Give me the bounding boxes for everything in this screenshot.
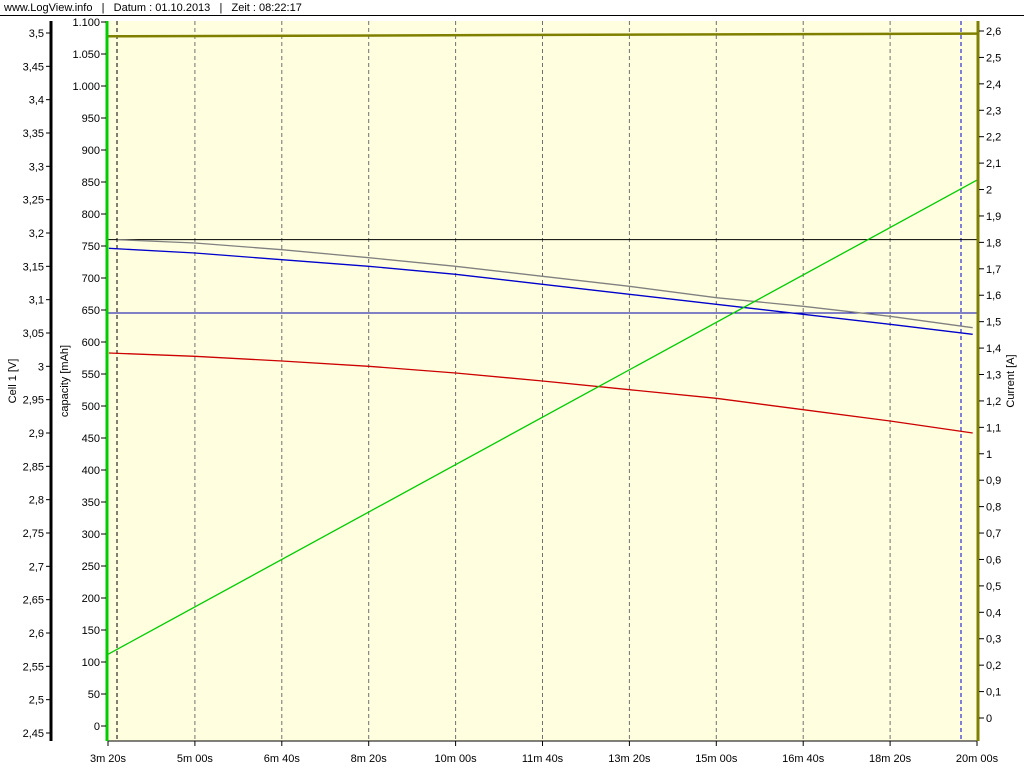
- voltage-tick-label: 3,25: [23, 195, 44, 207]
- current-tick-label: 0,9: [986, 475, 1001, 487]
- current-tick-label: 1,2: [986, 396, 1001, 408]
- current-tick-label: 2,2: [986, 132, 1001, 144]
- current-tick-label: 0,1: [986, 687, 1001, 699]
- voltage-tick-label: 2,6: [29, 628, 44, 640]
- current-tick-label: 1,3: [986, 370, 1001, 382]
- voltage-tick-label: 3,4: [29, 95, 44, 107]
- capacity-tick-label: 650: [82, 305, 100, 317]
- capacity-tick-label: 0: [94, 721, 100, 733]
- capacity-tick-label: 750: [82, 241, 100, 253]
- capacity-tick-label: 450: [82, 433, 100, 445]
- capacity-axis-title: capacity [mAh]: [59, 345, 71, 417]
- chart-root: www.LogView.info | Datum : 01.10.2013 | …: [0, 0, 1024, 768]
- x-tick-label: 15m 00s: [695, 753, 738, 765]
- capacity-tick-label: 950: [82, 113, 100, 125]
- voltage-tick-label: 3,45: [23, 61, 44, 73]
- capacity-tick-label: 900: [82, 145, 100, 157]
- x-tick-label: 16m 40s: [782, 753, 825, 765]
- current-tick-label: 0,8: [986, 502, 1001, 514]
- voltage-tick-label: 3,15: [23, 261, 44, 273]
- voltage-tick-label: 3,1: [29, 295, 44, 307]
- current-tick-label: 2,4: [986, 79, 1001, 91]
- capacity-tick-label: 200: [82, 593, 100, 605]
- capacity-tick-label: 800: [82, 209, 100, 221]
- x-tick-label: 13m 20s: [608, 753, 651, 765]
- current-tick-label: 0,4: [986, 607, 1001, 619]
- current-tick-label: 2: [986, 185, 992, 197]
- x-tick-label: 20m 00s: [956, 753, 999, 765]
- voltage-tick-label: 2,65: [23, 595, 44, 607]
- capacity-tick-label: 350: [82, 497, 100, 509]
- voltage-tick-label: 3,3: [29, 161, 44, 173]
- capacity-tick-label: 550: [82, 369, 100, 381]
- voltage-axis-title: Cell 1 [V]: [7, 359, 19, 404]
- current-tick-label: 1,6: [986, 290, 1001, 302]
- capacity-tick-label: 400: [82, 465, 100, 477]
- capacity-tick-label: 150: [82, 625, 100, 637]
- voltage-tick-label: 2,95: [23, 395, 44, 407]
- capacity-tick-label: 700: [82, 273, 100, 285]
- x-tick-label: 3m 20s: [90, 753, 127, 765]
- current-tick-label: 2,1: [986, 158, 1001, 170]
- current-tick-label: 0,7: [986, 528, 1001, 540]
- x-tick-label: 10m 00s: [434, 753, 477, 765]
- voltage-tick-label: 2,45: [23, 728, 44, 740]
- current-tick-label: 1,1: [986, 422, 1001, 434]
- capacity-tick-label: 600: [82, 337, 100, 349]
- capacity-tick-label: 1.050: [72, 49, 100, 61]
- x-tick-label: 11m 40s: [522, 753, 564, 765]
- voltage-tick-label: 2,8: [29, 495, 44, 507]
- voltage-tick-label: 2,75: [23, 528, 44, 540]
- current-tick-label: 0,2: [986, 660, 1001, 672]
- x-tick-label: 5m 00s: [177, 753, 214, 765]
- current-tick-label: 2,3: [986, 105, 1001, 117]
- voltage-tick-label: 3: [38, 361, 44, 373]
- voltage-tick-label: 3,35: [23, 128, 44, 140]
- capacity-tick-label: 500: [82, 401, 100, 413]
- x-tick-label: 8m 20s: [351, 753, 388, 765]
- current-tick-label: 0,6: [986, 554, 1001, 566]
- x-tick-label: 18m 20s: [869, 753, 912, 765]
- current-tick-label: 1: [986, 449, 992, 461]
- current-tick-label: 2,6: [986, 26, 1001, 38]
- current-tick-label: 0,3: [986, 634, 1001, 646]
- current-tick-label: 0,5: [986, 581, 1001, 593]
- current-tick-label: 1,8: [986, 237, 1001, 249]
- capacity-tick-label: 1.100: [72, 17, 100, 29]
- voltage-tick-label: 2,55: [23, 661, 44, 673]
- current-tick-label: 1,7: [986, 264, 1001, 276]
- voltage-tick-label: 3,2: [29, 228, 44, 240]
- voltage-tick-label: 2,7: [29, 561, 44, 573]
- capacity-tick-label: 250: [82, 561, 100, 573]
- current-tick-label: 1,4: [986, 343, 1001, 355]
- voltage-tick-label: 3,5: [29, 28, 44, 40]
- capacity-tick-label: 100: [82, 657, 100, 669]
- x-tick-label: 6m 40s: [264, 753, 301, 765]
- chart-svg: 3m 20s 5m 00s 6m 40s 8m 20s 10m 00s 11m 40s 13…: [7, 17, 1017, 765]
- current-axis-title: Current [A]: [1005, 354, 1017, 407]
- voltage-tick-label: 2,9: [29, 428, 44, 440]
- capacity-tick-label: 300: [82, 529, 100, 541]
- current-tick-label: 0: [986, 713, 992, 725]
- voltage-tick-label: 3,05: [23, 328, 44, 340]
- current-tick-label: 1,9: [986, 211, 1001, 223]
- capacity-tick-label: 1.000: [72, 81, 100, 93]
- capacity-tick-label: 850: [82, 177, 100, 189]
- capacity-tick-label: 50: [88, 689, 100, 701]
- current-tick-label: 1,5: [986, 317, 1001, 329]
- voltage-tick-label: 2,85: [23, 461, 44, 473]
- voltage-tick-label: 2,5: [29, 695, 44, 707]
- current-tick-label: 2,5: [986, 52, 1001, 64]
